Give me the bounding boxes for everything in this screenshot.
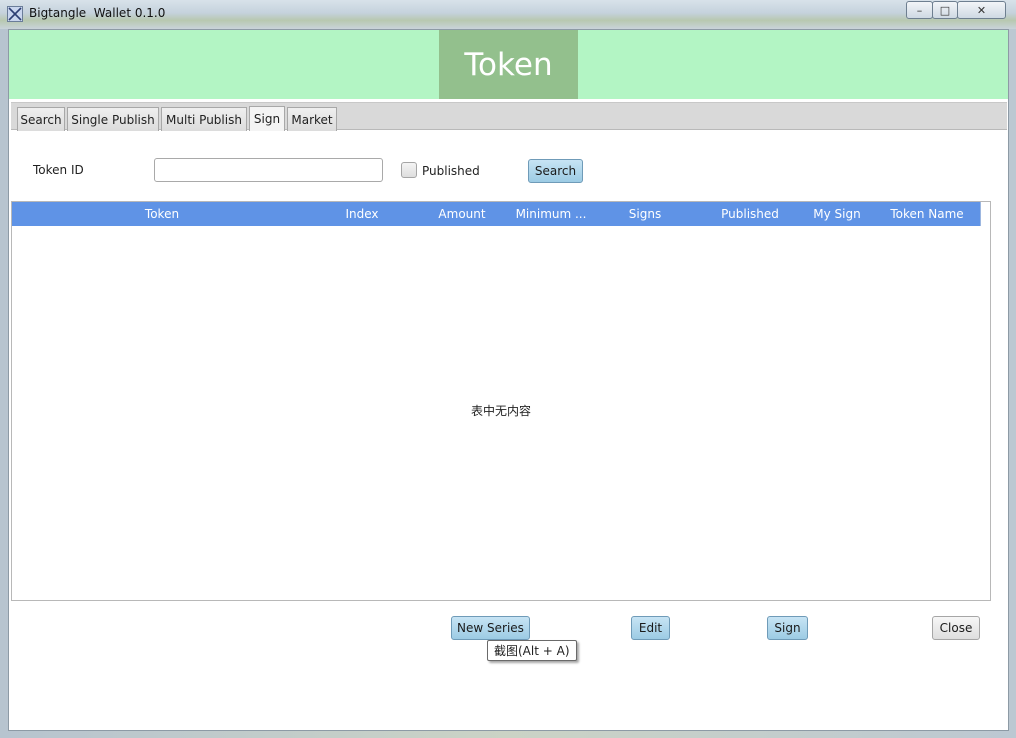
maximize-icon: □	[939, 3, 951, 17]
tab-search[interactable]: Search	[17, 107, 65, 131]
column-header-signs[interactable]: Signs	[590, 202, 700, 226]
column-header-my-sign[interactable]: My Sign	[800, 202, 874, 226]
column-header-token[interactable]: Token	[12, 202, 312, 226]
window-client-area: Token Search Single Publish Multi Publis…	[8, 29, 1009, 731]
screenshot-tooltip: 截图(Alt + A)	[487, 640, 577, 661]
minimize-button[interactable]: –	[906, 1, 933, 19]
window-titlebar[interactable]: Bigtangle Wallet 0.1.0 – □ ✕	[0, 0, 1016, 29]
edit-button[interactable]: Edit	[631, 616, 670, 640]
column-header-minimum[interactable]: Minimum ...	[512, 202, 590, 226]
tab-single-publish[interactable]: Single Publish	[67, 107, 159, 131]
sign-label: Sign	[774, 621, 801, 635]
column-header-index[interactable]: Index	[312, 202, 412, 226]
tab-sign[interactable]: Sign	[249, 106, 285, 131]
published-label: Published	[422, 164, 480, 178]
tab-label: Sign	[253, 112, 281, 126]
tab-market[interactable]: Market	[287, 107, 337, 131]
header-banner: Token	[9, 30, 1008, 99]
window-bottom-edge	[0, 731, 1016, 738]
column-header-amount[interactable]: Amount	[412, 202, 512, 226]
empty-table-message: 表中无内容	[470, 404, 531, 418]
edit-label: Edit	[638, 621, 663, 635]
tab-label: Search	[20, 112, 62, 127]
tab-label: Multi Publish	[166, 112, 242, 127]
new-series-label: New Series	[457, 621, 524, 635]
window-controls: – □ ✕	[906, 1, 1008, 20]
tab-multi-publish[interactable]: Multi Publish	[161, 107, 247, 131]
tab-label: Single Publish	[71, 112, 155, 127]
tab-label: Market	[291, 112, 333, 127]
column-header-published[interactable]: Published	[700, 202, 800, 226]
token-id-input[interactable]	[154, 158, 383, 182]
sign-button[interactable]: Sign	[767, 616, 808, 640]
maximize-button[interactable]: □	[932, 1, 958, 19]
page-title: Token	[439, 30, 578, 99]
search-button[interactable]: Search	[528, 159, 583, 183]
token-id-label: Token ID	[33, 163, 84, 177]
table-header: Token Index Amount Minimum ... Signs Pub…	[12, 202, 980, 226]
search-button-label: Search	[534, 164, 577, 178]
column-header-token-name[interactable]: Token Name	[874, 202, 980, 226]
close-window-button[interactable]: ✕	[957, 1, 1006, 19]
tab-bar: Search Single Publish Multi Publish Sign…	[11, 102, 1007, 131]
window-title: Bigtangle Wallet 0.1.0	[29, 6, 166, 20]
published-checkbox[interactable]	[401, 162, 417, 178]
close-icon: ✕	[976, 3, 987, 17]
minimize-icon: –	[916, 3, 923, 17]
new-series-button[interactable]: New Series	[451, 616, 530, 640]
close-button[interactable]: Close	[932, 616, 980, 640]
token-sign-table[interactable]: Token Index Amount Minimum ... Signs Pub…	[11, 201, 991, 601]
app-icon	[7, 6, 23, 22]
close-label: Close	[939, 621, 973, 635]
table-header-corner	[980, 202, 990, 226]
